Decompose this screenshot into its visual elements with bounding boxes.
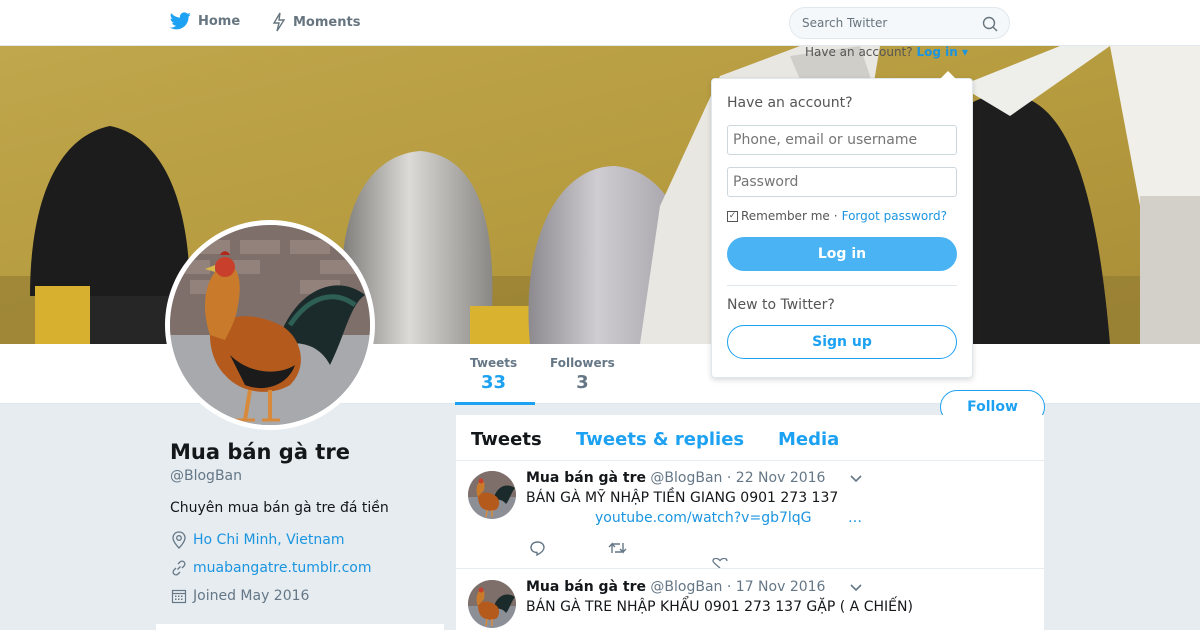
stat-tweets-value: 33	[481, 372, 507, 393]
lightning-icon	[272, 12, 286, 32]
active-stat-indicator	[455, 402, 535, 405]
tweet-avatar[interactable]	[468, 580, 516, 628]
tweet-header: Mua bán gà tre @BlogBan · 22 Nov 2016	[526, 470, 825, 486]
link-icon	[170, 559, 188, 577]
chevron-down-icon[interactable]	[849, 583, 863, 593]
tweet-author-name[interactable]: Mua bán gà tre	[526, 579, 646, 595]
search-icon[interactable]	[982, 16, 998, 32]
have-account-text: Have an account?	[805, 45, 913, 59]
top-navigation-bar: Home Moments Search Twitter	[0, 0, 1200, 46]
tweet-author-handle[interactable]: @BlogBan	[650, 579, 722, 595]
stat-followers-value: 3	[576, 372, 589, 393]
tweet[interactable]: Mua bán gà tre @BlogBan · 22 Nov 2016 BÁ…	[456, 461, 1044, 569]
tweet[interactable]: Mua bán gà tre @BlogBan · 17 Nov 2016 BÁ…	[456, 570, 1044, 630]
nav-moments-label: Moments	[293, 14, 361, 30]
profile-bio: Chuyên mua bán gà tre đá tiền	[170, 500, 389, 516]
tweet-header: Mua bán gà tre @BlogBan · 17 Nov 2016	[526, 579, 825, 595]
reply-icon[interactable]	[529, 540, 546, 556]
tweet-link[interactable]: youtube.com/watch?v=gb7lqG	[595, 510, 812, 526]
stat-tweets[interactable]: Tweets 33	[470, 356, 517, 393]
tab-media[interactable]: Media	[778, 429, 839, 450]
remember-row: ✓ Remember me · Forgot password?	[727, 209, 947, 223]
search-input[interactable]: Search Twitter	[789, 7, 1010, 39]
password-field[interactable]	[727, 167, 957, 197]
stat-followers[interactable]: Followers 3	[550, 356, 615, 393]
remember-checkbox[interactable]: ✓	[727, 210, 738, 222]
tweet-author-name[interactable]: Mua bán gà tre	[526, 470, 646, 486]
caret-down-icon: ▾	[961, 45, 968, 59]
profile-joined-text: Joined May 2016	[193, 588, 310, 604]
remember-label[interactable]: Remember me	[741, 209, 830, 223]
nav-moments[interactable]: Moments	[272, 12, 360, 32]
timeline-tabs: Tweets Tweets & replies Media	[456, 415, 1044, 461]
new-to-twitter-text: New to Twitter?	[727, 297, 835, 313]
profile-url-text: muabangatre.tumblr.com	[193, 560, 372, 576]
location-pin-icon	[170, 531, 188, 549]
username-field[interactable]	[727, 125, 957, 155]
login-button[interactable]: Log in	[727, 237, 957, 271]
tweet-avatar[interactable]	[468, 471, 516, 519]
profile-location[interactable]: Ho Chi Minh, Vietnam	[170, 531, 345, 549]
tab-tweets-replies[interactable]: Tweets & replies	[576, 429, 744, 450]
remember-separator: ·	[833, 209, 838, 223]
calendar-icon	[170, 587, 188, 605]
forgot-password-link[interactable]: Forgot password?	[842, 209, 947, 223]
tweet-text: BÁN GÀ TRE NHẬP KHẨU 0901 273 137 GẶP ( …	[526, 599, 913, 615]
twitter-bird-icon	[170, 12, 191, 30]
tab-tweets[interactable]: Tweets	[471, 429, 542, 450]
login-prompt: Have an account? Log in ▾	[805, 45, 968, 59]
nav-home[interactable]: Home	[170, 12, 240, 30]
tweet-date[interactable]: · 22 Nov 2016	[727, 470, 826, 486]
chevron-down-icon[interactable]	[849, 474, 863, 484]
stat-followers-label: Followers	[550, 356, 615, 370]
stat-tweets-label: Tweets	[470, 356, 518, 370]
login-link-label: Log in	[916, 45, 958, 59]
profile-avatar[interactable]	[165, 220, 375, 430]
retweet-icon[interactable]	[608, 540, 627, 556]
heart-icon[interactable]	[712, 558, 728, 568]
profile-name[interactable]: Mua bán gà tre	[170, 440, 350, 464]
tweet-link-ellipsis[interactable]: …	[848, 510, 862, 526]
dropdown-title: Have an account?	[727, 95, 853, 111]
nav-home-label: Home	[198, 13, 241, 29]
tweet-author-handle[interactable]: @BlogBan	[650, 470, 722, 486]
tweet-date[interactable]: · 17 Nov 2016	[727, 579, 826, 595]
login-dropdown-toggle[interactable]: Log in ▾	[916, 45, 968, 59]
profile-handle[interactable]: @BlogBan	[170, 468, 242, 484]
search-placeholder: Search Twitter	[802, 16, 888, 30]
profile-location-text: Ho Chi Minh, Vietnam	[193, 532, 345, 548]
signup-button[interactable]: Sign up	[727, 325, 957, 359]
profile-joined: Joined May 2016	[170, 587, 309, 605]
timeline: Tweets Tweets & replies Media Mua bán gà…	[456, 415, 1044, 630]
login-dropdown: Have an account? ✓ Remember me · Forgot …	[711, 71, 973, 378]
profile-url[interactable]: muabangatre.tumblr.com	[170, 559, 372, 577]
sidebar-card	[156, 624, 444, 630]
tweet-text: BÁN GÀ MỸ NHẬP TIỀN GIANG 0901 273 137	[526, 490, 839, 506]
divider	[727, 285, 957, 286]
